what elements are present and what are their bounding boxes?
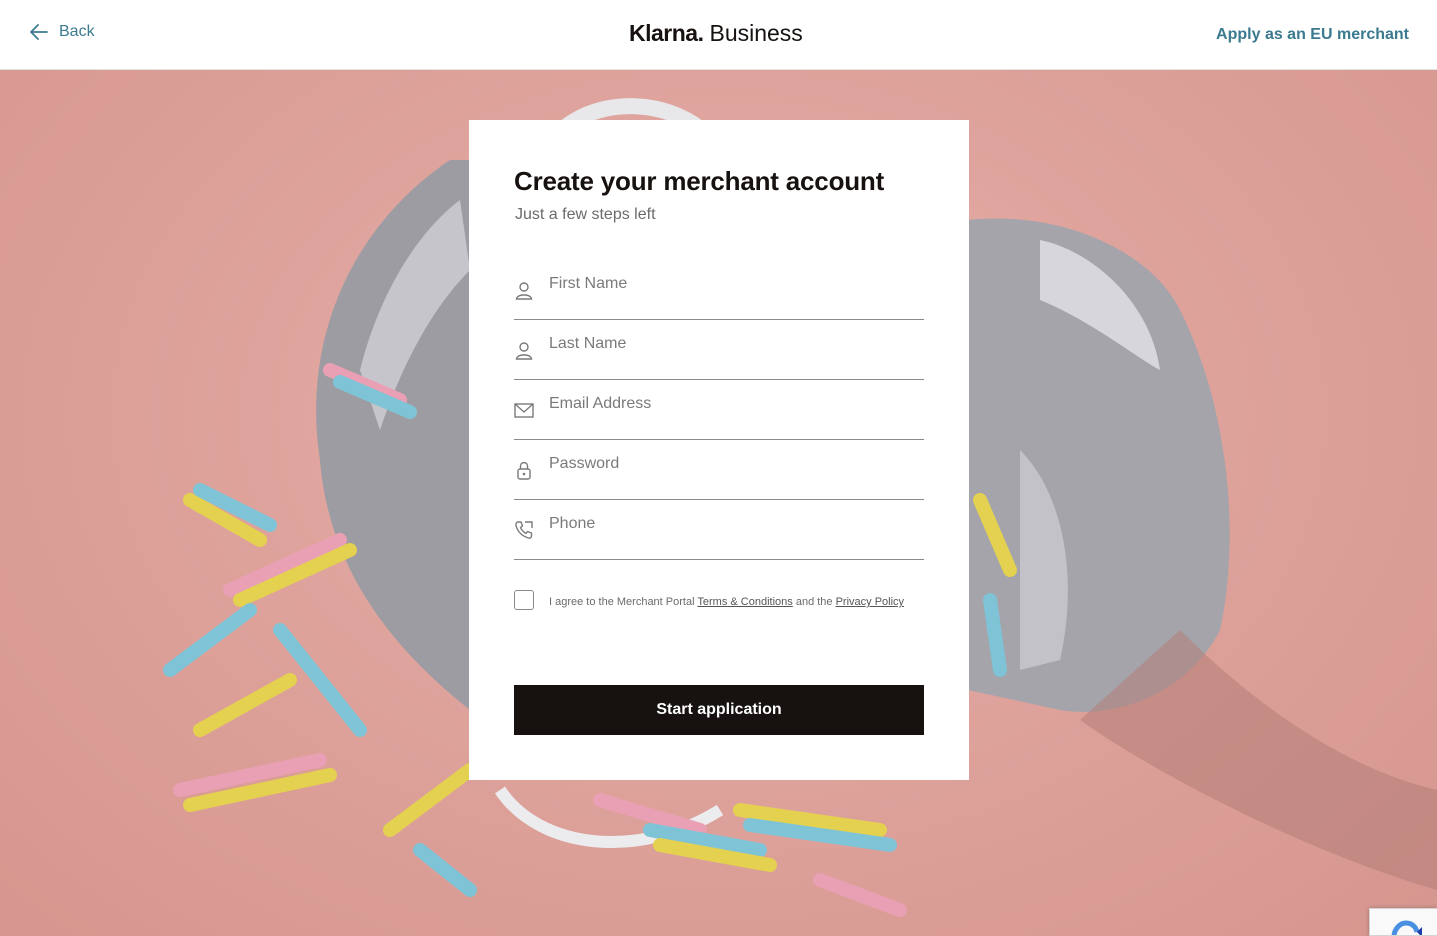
terms-conditions-link[interactable]: Terms & Conditions [697,596,792,608]
phone-icon [515,521,533,539]
recaptcha-icon [1391,920,1422,935]
last-name-field[interactable] [514,320,924,380]
email-input[interactable] [549,390,919,418]
recaptcha-badge[interactable] [1369,908,1437,936]
password-field[interactable] [514,440,924,500]
back-link[interactable]: Back [29,22,95,42]
privacy-policy-link[interactable]: Privacy Policy [836,596,904,608]
page-subtitle: Just a few steps left [515,206,656,223]
terms-text: I agree to the Merchant Portal Terms & C… [549,592,929,612]
logo-suffix: Business [709,20,803,46]
back-label: Back [59,23,95,40]
lock-icon [517,461,531,480]
start-application-button[interactable]: Start application [514,685,924,735]
envelope-icon [514,403,534,418]
logo-brand: Klarna. [629,20,704,46]
last-name-input[interactable] [549,330,919,358]
terms-checkbox[interactable] [514,590,534,610]
arrow-left-icon [30,24,48,40]
agree-prefix: I agree to the Merchant Portal [549,596,695,608]
signup-card: Create your merchant account Just a few … [469,120,969,780]
apply-eu-merchant-link[interactable]: Apply as an EU merchant [1216,26,1409,44]
person-icon [515,282,533,300]
klarna-business-logo[interactable]: Klarna. Business [629,20,803,47]
first-name-input[interactable] [549,270,919,298]
password-input[interactable] [549,450,919,478]
agree-middle: and the [795,596,833,608]
phone-input[interactable] [549,510,919,538]
page-title: Create your merchant account [514,166,885,196]
email-field[interactable] [514,380,924,440]
person-icon [515,342,533,360]
top-header: Back Klarna. Business Apply as an EU mer… [0,0,1437,70]
phone-field[interactable] [514,500,924,560]
first-name-field[interactable] [514,260,924,320]
